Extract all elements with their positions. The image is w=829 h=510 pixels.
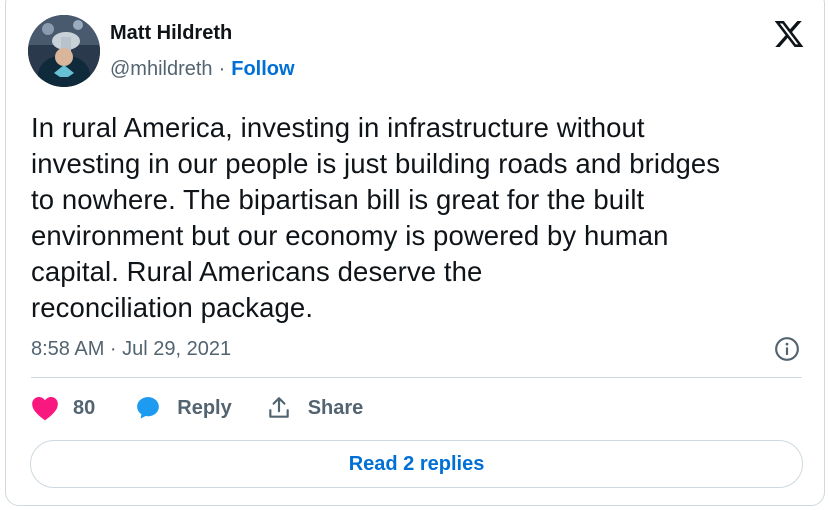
avatar[interactable] bbox=[28, 15, 100, 87]
like-count: 80 bbox=[73, 396, 96, 419]
tweet-timestamp[interactable]: 8:58 AM · Jul 29, 2021 bbox=[31, 338, 231, 361]
author-handle[interactable]: @mhildreth bbox=[110, 58, 213, 81]
avatar-image bbox=[28, 15, 100, 87]
share-button[interactable]: Share bbox=[266, 395, 364, 421]
divider bbox=[31, 377, 802, 378]
tweet-text: In rural America, investing in infrastru… bbox=[31, 112, 721, 323]
speech-bubble-icon bbox=[137, 397, 160, 419]
share-label: Share bbox=[307, 396, 364, 419]
action-bar: 80 Reply Share bbox=[31, 395, 363, 421]
author-handle-row: @mhildreth · Follow bbox=[110, 58, 295, 81]
info-icon[interactable] bbox=[774, 336, 800, 362]
reply-label: Reply bbox=[177, 396, 232, 419]
x-logo-icon[interactable] bbox=[773, 18, 805, 50]
heart-icon bbox=[32, 397, 58, 421]
share-icon bbox=[268, 397, 289, 418]
read-replies-button[interactable]: Read 2 replies bbox=[30, 440, 803, 488]
author-name[interactable]: Matt Hildreth bbox=[110, 22, 232, 45]
like-button[interactable]: 80 bbox=[31, 395, 95, 421]
handle-separator: · bbox=[218, 58, 226, 80]
follow-button[interactable]: Follow bbox=[231, 58, 294, 81]
reply-button[interactable]: Reply bbox=[135, 395, 232, 421]
